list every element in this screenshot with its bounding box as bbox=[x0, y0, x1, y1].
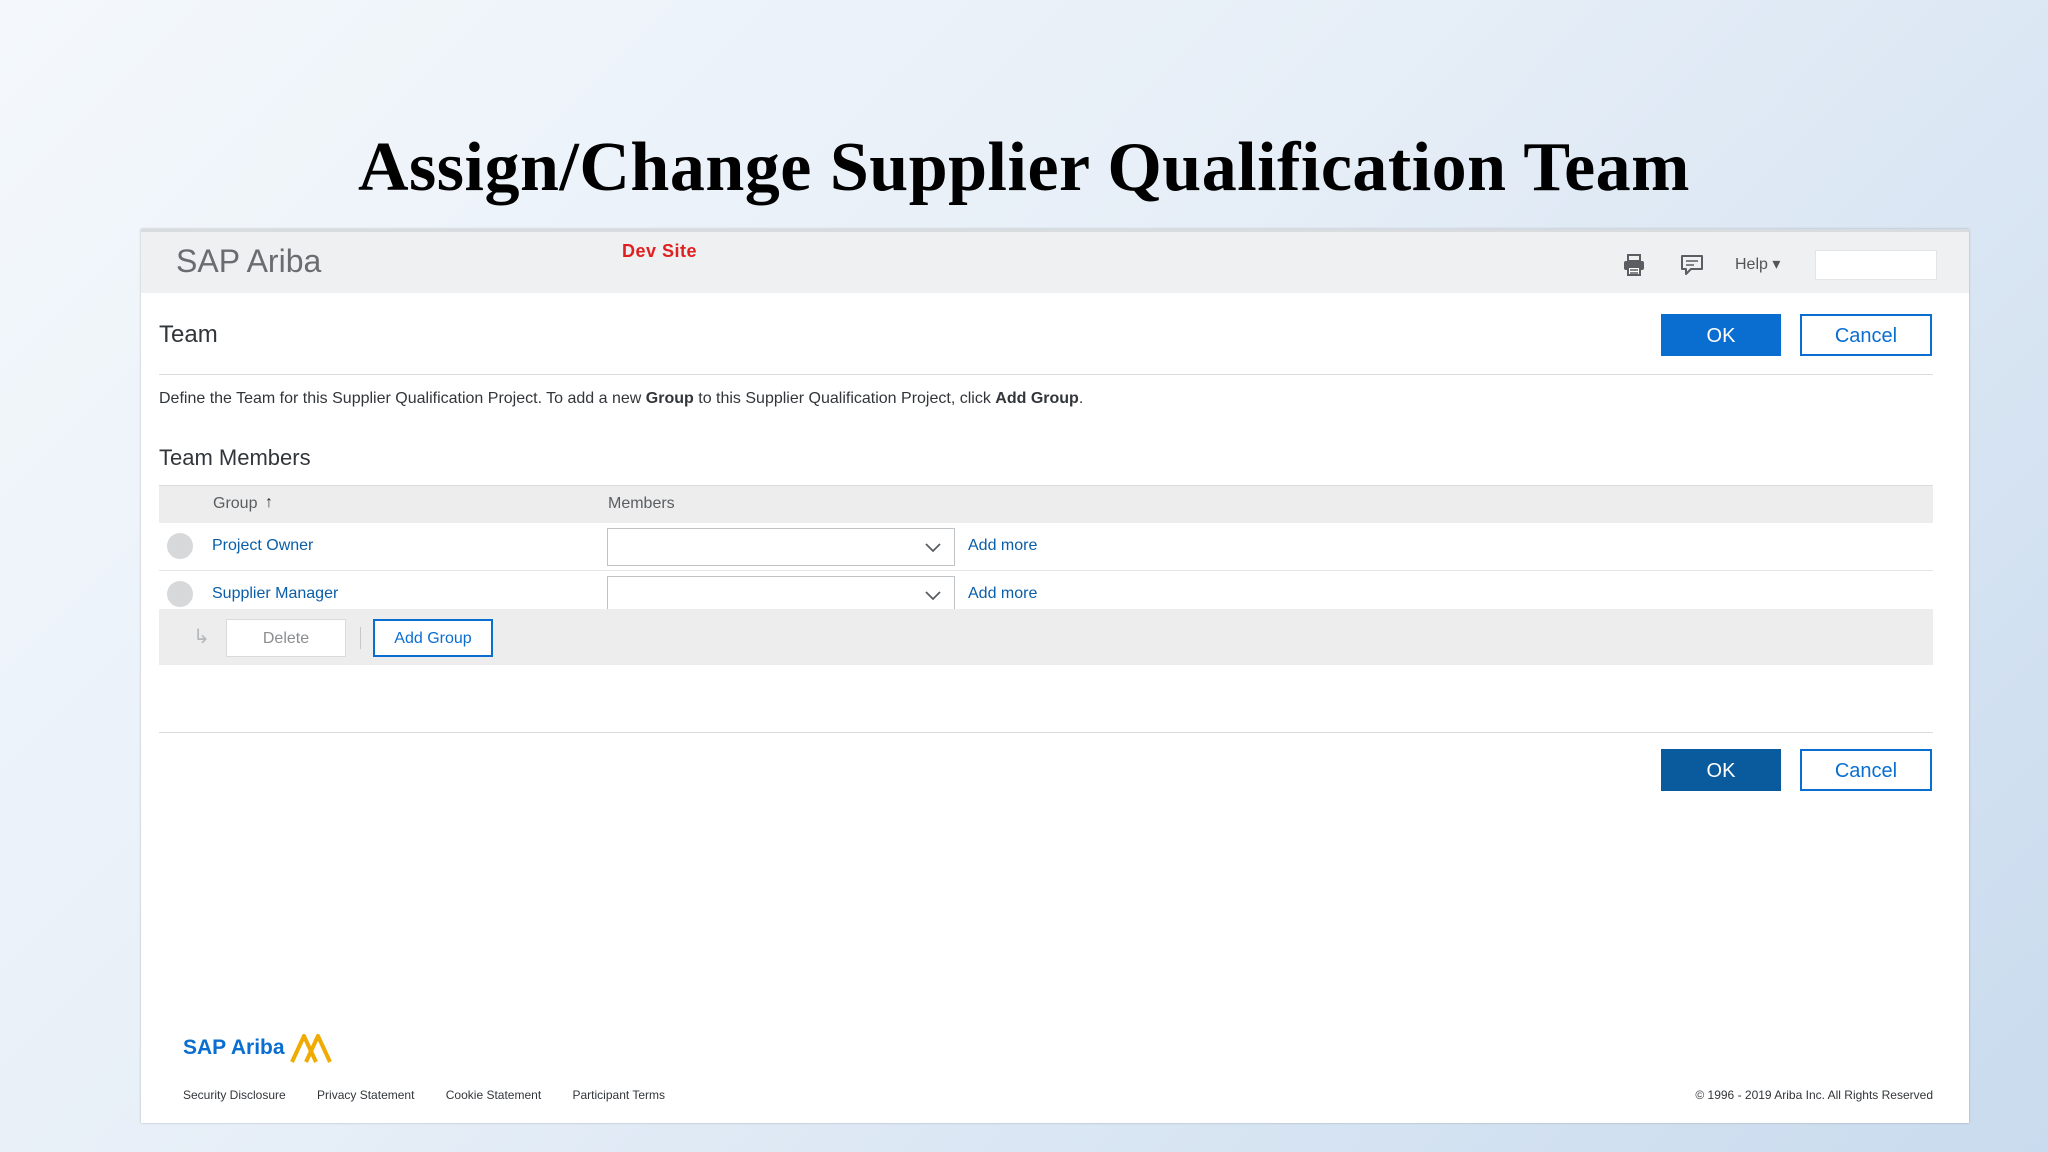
add-more-link[interactable]: Add more bbox=[968, 537, 1037, 555]
header-divider bbox=[159, 374, 1933, 375]
brand-logo: SAP Ariba bbox=[176, 243, 322, 279]
table-header: Group ↑ Members bbox=[159, 485, 1933, 523]
footer-link-participant-terms[interactable]: Participant Terms bbox=[573, 1088, 665, 1102]
footer-links: Security Disclosure Privacy Statement Co… bbox=[183, 1088, 693, 1102]
chevron-down-icon bbox=[925, 543, 941, 553]
members-select[interactable] bbox=[607, 528, 955, 566]
cancel-button-bottom[interactable]: Cancel bbox=[1800, 749, 1932, 791]
description-bold-add-group: Add Group bbox=[995, 390, 1079, 407]
page-title: Team bbox=[159, 321, 218, 348]
printer-icon[interactable] bbox=[1621, 252, 1647, 278]
description-text: Define the Team for this Supplier Qualif… bbox=[159, 390, 646, 407]
help-menu[interactable]: Help ▾ bbox=[1735, 254, 1780, 274]
toolbar-separator bbox=[360, 627, 361, 649]
top-bar: SAP Ariba Dev Site Help ▾ bbox=[141, 229, 1969, 293]
cancel-button[interactable]: Cancel bbox=[1800, 314, 1932, 356]
delete-button[interactable]: Delete bbox=[226, 619, 346, 657]
description-bold-group: Group bbox=[645, 390, 694, 407]
sort-ascending-icon[interactable]: ↑ bbox=[265, 494, 273, 512]
add-group-button[interactable]: Add Group bbox=[373, 619, 493, 657]
ok-button[interactable]: OK bbox=[1661, 314, 1781, 356]
selection-arrow-icon: ↳ bbox=[193, 626, 210, 648]
column-header-members: Members bbox=[608, 495, 675, 512]
footer-link-cookie[interactable]: Cookie Statement bbox=[446, 1088, 541, 1102]
row-select-radio[interactable] bbox=[167, 533, 193, 559]
feedback-icon[interactable] bbox=[1679, 252, 1705, 278]
environment-label: Dev Site bbox=[622, 241, 698, 261]
description-text: . bbox=[1078, 390, 1084, 407]
description-text: to this Supplier Qualification Project, … bbox=[693, 390, 996, 407]
section-title-team-members: Team Members bbox=[159, 445, 311, 470]
table-toolbar: ↳ Delete Add Group bbox=[159, 609, 1933, 665]
footer-link-security[interactable]: Security Disclosure bbox=[183, 1088, 286, 1102]
table-row: Project Owner Add more bbox=[159, 523, 1933, 571]
footer-logo-text: SAP Ariba bbox=[183, 1036, 285, 1059]
group-link-supplier-manager[interactable]: Supplier Manager bbox=[212, 585, 338, 603]
ok-button-bottom[interactable]: OK bbox=[1661, 749, 1781, 791]
page-description: Define the Team for this Supplier Qualif… bbox=[159, 390, 1083, 408]
chevron-down-icon bbox=[925, 591, 941, 601]
search-input[interactable] bbox=[1815, 250, 1937, 280]
slide-title: Assign/Change Supplier Qualification Tea… bbox=[357, 129, 1690, 206]
ariba-window: SAP Ariba Dev Site Help ▾ Team OK Cancel… bbox=[141, 229, 1969, 1123]
copyright-text: © 1996 - 2019 Ariba Inc. All Rights Rese… bbox=[1695, 1088, 1933, 1102]
group-link-project-owner[interactable]: Project Owner bbox=[212, 537, 313, 555]
footer-link-privacy[interactable]: Privacy Statement bbox=[317, 1088, 414, 1102]
column-header-group[interactable]: Group bbox=[213, 495, 257, 513]
ariba-logo-icon bbox=[290, 1034, 332, 1063]
row-select-radio[interactable] bbox=[167, 581, 193, 607]
add-more-link[interactable]: Add more bbox=[968, 585, 1037, 603]
footer-divider bbox=[159, 732, 1933, 733]
